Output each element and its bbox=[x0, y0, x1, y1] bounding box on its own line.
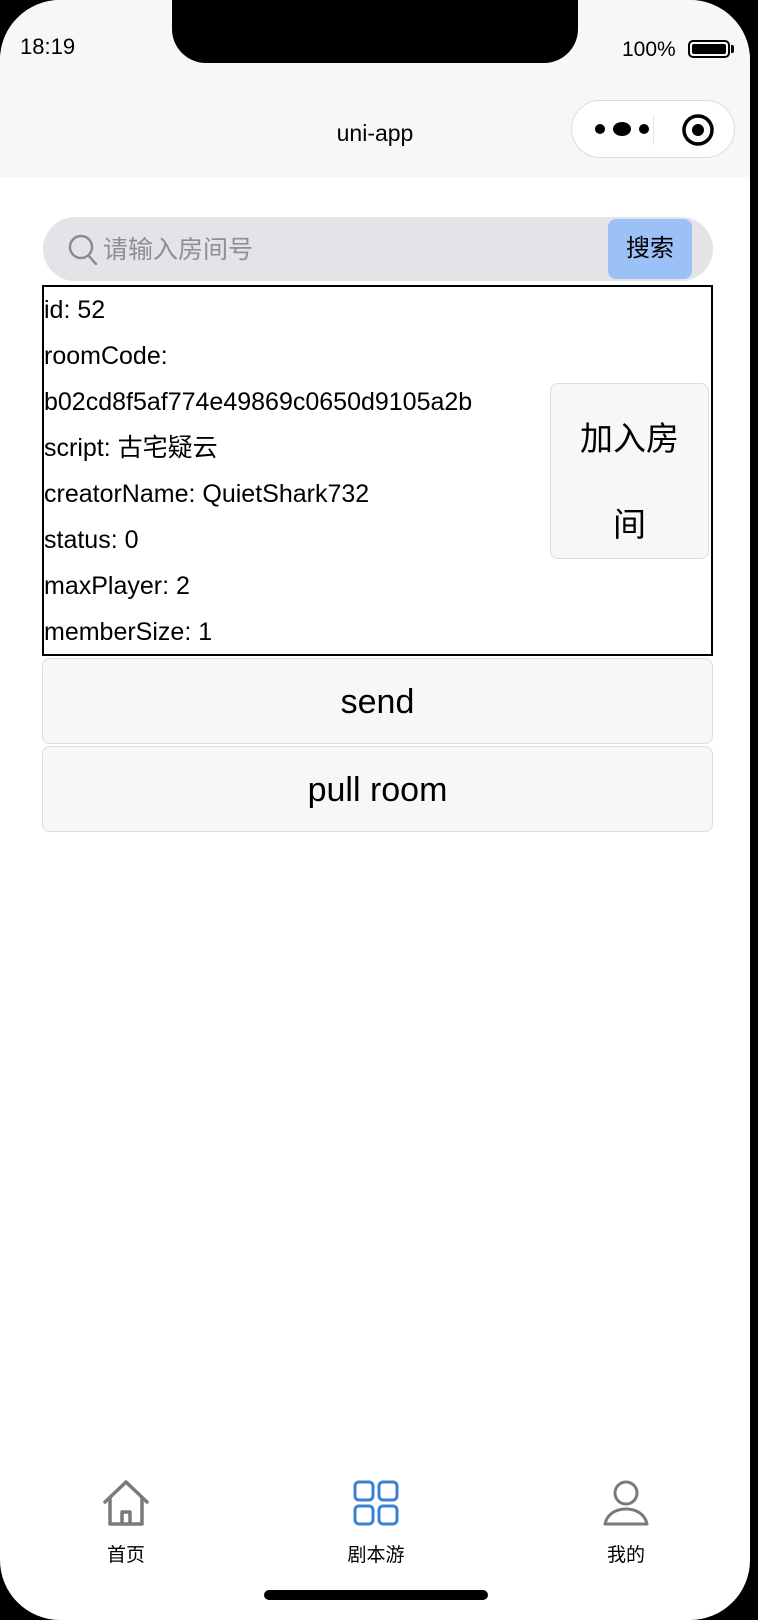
search-bar: 搜索 bbox=[43, 217, 713, 281]
room-script: script: 古宅疑云 bbox=[44, 434, 218, 462]
home-icon bbox=[103, 1480, 149, 1526]
room-info-card: id: 52 roomCode: b02cd8f5af774e49869c065… bbox=[42, 285, 713, 656]
search-button[interactable]: 搜索 bbox=[608, 219, 692, 279]
status-bar: 18:19 100% bbox=[0, 0, 750, 90]
battery-tip bbox=[731, 45, 734, 53]
pull-room-button[interactable]: pull room bbox=[42, 746, 713, 832]
mini-program-capsule bbox=[571, 100, 735, 158]
room-max-player: maxPlayer: 2 bbox=[44, 572, 190, 600]
more-dots-icon[interactable] bbox=[592, 116, 652, 142]
room-status: status: 0 bbox=[44, 526, 139, 554]
notch bbox=[172, 0, 578, 63]
tab-mine[interactable]: 我的 bbox=[566, 1460, 686, 1566]
phone-screen: 18:19 100% uni-app 搜索 id: 52 r bbox=[0, 0, 750, 1620]
room-creator: creatorName: QuietShark732 bbox=[44, 480, 370, 508]
status-time: 18:19 bbox=[20, 34, 76, 59]
room-member-size: memberSize: 1 bbox=[44, 618, 213, 646]
room-number-input[interactable] bbox=[101, 227, 645, 273]
battery-percent: 100% bbox=[622, 38, 676, 61]
grid-icon bbox=[353, 1480, 399, 1526]
user-icon bbox=[603, 1480, 649, 1526]
battery-icon bbox=[688, 40, 730, 58]
room-id: id: 52 bbox=[44, 296, 106, 324]
search-icon bbox=[68, 234, 98, 266]
tab-home[interactable]: 首页 bbox=[66, 1460, 186, 1566]
home-indicator bbox=[264, 1590, 488, 1600]
tab-bar: 首页 剧本游 我的 bbox=[0, 1460, 750, 1566]
tab-script-tour-label: 剧本游 bbox=[347, 1545, 405, 1566]
join-room-button[interactable]: 加入房间 bbox=[550, 383, 709, 559]
tab-home-label: 首页 bbox=[106, 1545, 145, 1566]
tab-mine-label: 我的 bbox=[606, 1545, 645, 1566]
send-button[interactable]: send bbox=[42, 658, 713, 744]
room-code-label: roomCode: bbox=[44, 342, 168, 370]
capsule-divider bbox=[653, 115, 654, 145]
room-code-value: b02cd8f5af774e49869c0650d9105a2b bbox=[44, 388, 473, 416]
close-target-icon[interactable] bbox=[681, 113, 715, 147]
nav-bar: uni-app bbox=[0, 90, 750, 177]
tab-script-tour[interactable]: 剧本游 bbox=[316, 1460, 436, 1566]
